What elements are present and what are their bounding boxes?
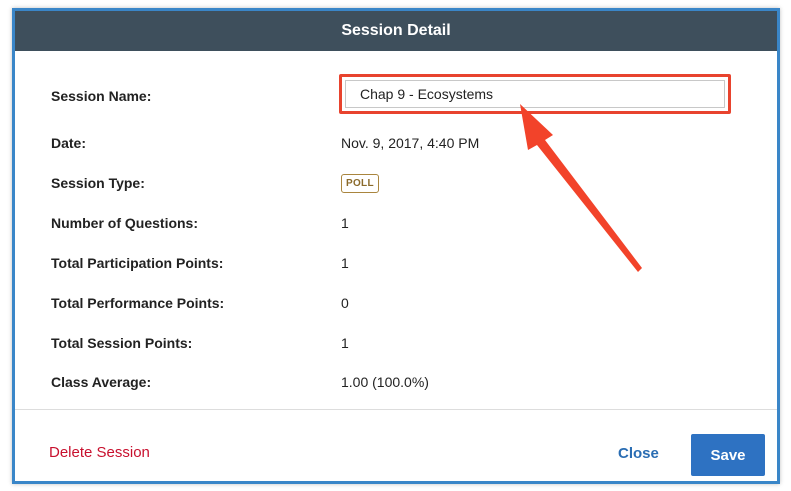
performance-label: Total Performance Points: <box>51 295 225 311</box>
session-name-input[interactable] <box>345 80 725 108</box>
participation-value: 1 <box>341 255 349 271</box>
class-average-row: Class Average: 1.00 (100.0%) <box>51 370 737 394</box>
session-points-value: 1 <box>341 335 349 351</box>
session-name-highlight <box>339 74 731 114</box>
session-type-row: Session Type: POLL <box>51 171 737 195</box>
session-name-label: Session Name: <box>51 88 152 104</box>
session-detail-dialog: Session Detail Session Name: Date: Nov. … <box>12 8 780 484</box>
session-points-label: Total Session Points: <box>51 335 193 351</box>
performance-value: 0 <box>341 295 349 311</box>
participation-row: Total Participation Points: 1 <box>51 251 737 275</box>
dialog-header: Session Detail <box>15 11 777 51</box>
session-type-badge: POLL <box>341 173 379 193</box>
date-row: Date: Nov. 9, 2017, 4:40 PM <box>51 131 737 155</box>
footer-divider <box>15 409 777 410</box>
delete-session-link[interactable]: Delete Session <box>49 444 150 461</box>
num-questions-value: 1 <box>341 215 349 231</box>
class-average-value: 1.00 (100.0%) <box>341 374 429 390</box>
class-average-label: Class Average: <box>51 374 152 390</box>
performance-row: Total Performance Points: 0 <box>51 291 737 315</box>
date-label: Date: <box>51 135 87 151</box>
session-type-label: Session Type: <box>51 175 145 191</box>
participation-label: Total Participation Points: <box>51 255 224 271</box>
session-points-row: Total Session Points: 1 <box>51 331 737 355</box>
dialog-title: Session Detail <box>341 22 451 39</box>
close-link[interactable]: Close <box>618 445 659 462</box>
save-button[interactable]: Save <box>691 434 765 476</box>
num-questions-label: Number of Questions: <box>51 215 199 231</box>
date-value: Nov. 9, 2017, 4:40 PM <box>341 135 480 151</box>
num-questions-row: Number of Questions: 1 <box>51 211 737 235</box>
